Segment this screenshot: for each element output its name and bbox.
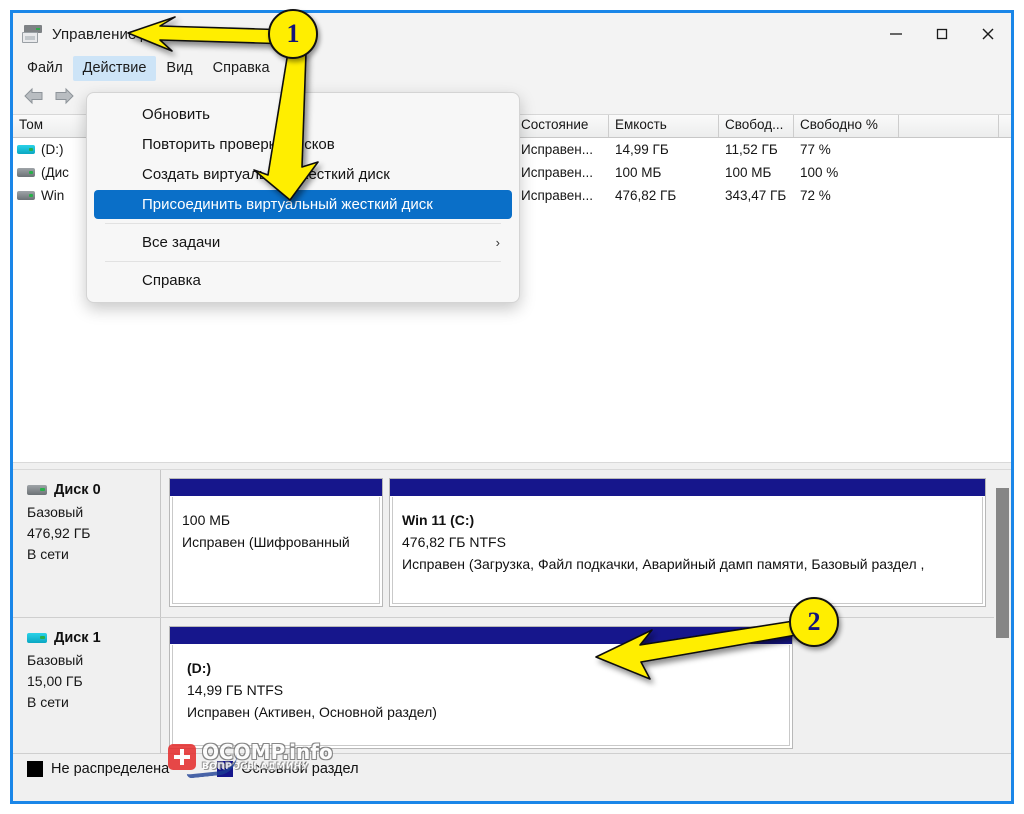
disk-size-0: 476,92 ГБ	[27, 525, 91, 541]
volume-free: 100 МБ	[725, 165, 772, 180]
partition-color-bar	[170, 479, 382, 497]
legend-label-unallocated: Не распределена	[51, 761, 170, 777]
disk-status-0: В сети	[27, 546, 69, 562]
menu-view[interactable]: Вид	[156, 56, 202, 81]
legend: Не распределена Основной раздел	[13, 753, 1011, 801]
disk-info-0: Диск 0 Базовый 476,92 ГБ В сети	[13, 470, 161, 617]
menu-item-all-tasks-label: Все задачи	[142, 234, 221, 251]
volume-name: Win	[41, 188, 65, 203]
volume-capacity: 100 МБ	[615, 165, 662, 180]
partition-label: Win 11 (C:)	[402, 512, 475, 528]
back-arrow-icon[interactable]	[23, 87, 45, 110]
partition-size: 476,82 ГБ NTFS	[402, 534, 506, 550]
legend-item-unallocated: Не распределена	[27, 761, 169, 777]
menu-separator-1	[105, 223, 501, 224]
disk-icon-gray	[27, 485, 47, 495]
title-bar: Управление дисками	[13, 13, 1011, 55]
disk-info-1: Диск 1 Базовый 15,00 ГБ В сети	[13, 618, 161, 759]
close-icon[interactable]	[965, 13, 1011, 55]
partition-status: Исправен (Загрузка, Файл подкачки, Авари…	[402, 556, 925, 572]
volume-free: 343,47 ГБ	[725, 188, 787, 203]
column-header-9[interactable]	[899, 115, 999, 137]
volume-state: Исправен...	[521, 142, 594, 157]
partition-status: Исправен (Шифрованный	[182, 534, 350, 550]
column-header-free[interactable]: Свобод...	[719, 115, 794, 137]
menu-action[interactable]: Действие	[72, 56, 157, 81]
menu-item-rescan-disks[interactable]: Повторить проверку дисков	[94, 130, 512, 159]
callout-badge-2: 2	[789, 597, 839, 647]
window-title: Управление дисками	[52, 25, 200, 43]
disk-label: Диск 1	[54, 630, 101, 646]
disk-type-0: Базовый	[27, 504, 84, 520]
partition-system-reserved[interactable]: 100 МБ Исправен (Шифрованный	[169, 478, 383, 607]
panel-splitter[interactable]	[13, 462, 1011, 470]
partition-color-bar	[390, 479, 985, 497]
partition-size: 100 МБ	[182, 512, 231, 528]
graph-scrollbar[interactable]	[994, 470, 1011, 801]
volume-free-pct: 72 %	[800, 188, 831, 203]
graph-scrollbar-thumb[interactable]	[996, 488, 1009, 638]
minimize-icon[interactable]	[873, 13, 919, 55]
disk-status-1: В сети	[27, 694, 69, 710]
menu-item-create-vhd[interactable]: Создать виртуальный жесткий диск	[94, 160, 512, 189]
volume-state: Исправен...	[521, 165, 594, 180]
disk-panel-0[interactable]: Диск 0 Базовый 476,92 ГБ В сети 100 МБ И…	[13, 470, 1011, 618]
disk-management-window: Управление дисками Файл Действие Вид Спр…	[10, 10, 1014, 804]
drive-icon-cyan	[17, 145, 35, 154]
volume-state: Исправен...	[521, 188, 594, 203]
disk-icon-cyan	[27, 633, 47, 643]
partition-d[interactable]: (D:) 14,99 ГБ NTFS Исправен (Активен, Ос…	[169, 626, 793, 749]
partition-color-bar	[170, 627, 792, 645]
disk-panel-1[interactable]: Диск 1 Базовый 15,00 ГБ В сети (D:) 14,9…	[13, 618, 1011, 760]
callout-badge-2-number: 2	[807, 607, 821, 636]
partition-strip-0: 100 МБ Исправен (Шифрованный Win 11 (C:)…	[161, 470, 1011, 617]
forward-arrow-icon[interactable]	[53, 87, 75, 110]
partition-win11-c[interactable]: Win 11 (C:) 476,82 ГБ NTFS Исправен (Заг…	[389, 478, 986, 607]
menu-item-refresh[interactable]: Обновить	[94, 100, 512, 129]
legend-label-primary: Основной раздел	[241, 761, 359, 777]
disk-management-icon	[22, 25, 44, 43]
disk-title-1: Диск 1	[27, 630, 160, 646]
partition-status: Исправен (Активен, Основной раздел)	[187, 704, 437, 720]
disk-title-0: Диск 0	[27, 482, 160, 498]
legend-swatch-primary	[217, 761, 234, 777]
menu-separator-2	[105, 261, 501, 262]
maximize-icon[interactable]	[919, 13, 965, 55]
partition-strip-1: (D:) 14,99 ГБ NTFS Исправен (Активен, Ос…	[161, 618, 1011, 759]
partition-label: (D:)	[187, 660, 212, 676]
window-controls	[873, 13, 1011, 55]
chevron-right-icon: ›	[495, 235, 500, 250]
volume-capacity: 14,99 ГБ	[615, 142, 669, 157]
callout-badge-1-number: 1	[286, 19, 300, 48]
drive-icon-gray	[17, 168, 35, 177]
disk-type-1: Базовый	[27, 652, 84, 668]
volume-name: (Дис	[41, 165, 69, 180]
action-dropdown-menu[interactable]: Обновить Повторить проверку дисков Созда…	[86, 92, 520, 303]
volume-free: 11,52 ГБ	[725, 142, 778, 157]
column-header-free-pct[interactable]: Свободно %	[794, 115, 899, 137]
partition-details: (D:) 14,99 ГБ NTFS Исправен (Активен, Ос…	[172, 645, 790, 746]
volume-name: (D:)	[41, 142, 64, 157]
volume-free-pct: 77 %	[800, 142, 831, 157]
menu-item-help[interactable]: Справка	[94, 266, 512, 295]
graphical-disk-view: Диск 0 Базовый 476,92 ГБ В сети 100 МБ И…	[13, 470, 1011, 801]
menu-help[interactable]: Справка	[203, 56, 280, 81]
volume-free-pct: 100 %	[800, 165, 839, 180]
volume-capacity: 476,82 ГБ	[615, 188, 677, 203]
legend-item-primary: Основной раздел	[217, 761, 359, 777]
menu-item-all-tasks[interactable]: Все задачи ›	[94, 228, 512, 257]
menu-file[interactable]: Файл	[17, 56, 73, 81]
partition-details: 100 МБ Исправен (Шифрованный	[172, 497, 380, 604]
partition-size: 14,99 ГБ NTFS	[187, 682, 284, 698]
disk-label: Диск 0	[54, 482, 101, 498]
legend-swatch-unallocated	[27, 761, 43, 777]
column-header-state[interactable]: Состояние	[515, 115, 609, 137]
callout-badge-1: 1	[268, 9, 318, 59]
drive-icon-gray	[17, 191, 35, 200]
column-header-capacity[interactable]: Емкость	[609, 115, 719, 137]
disk-size-1: 15,00 ГБ	[27, 673, 83, 689]
partition-details: Win 11 (C:) 476,82 ГБ NTFS Исправен (Заг…	[392, 497, 983, 604]
menu-item-attach-vhd[interactable]: Присоединить виртуальный жесткий диск	[94, 190, 512, 219]
menu-bar: Файл Действие Вид Справка	[13, 55, 1011, 82]
